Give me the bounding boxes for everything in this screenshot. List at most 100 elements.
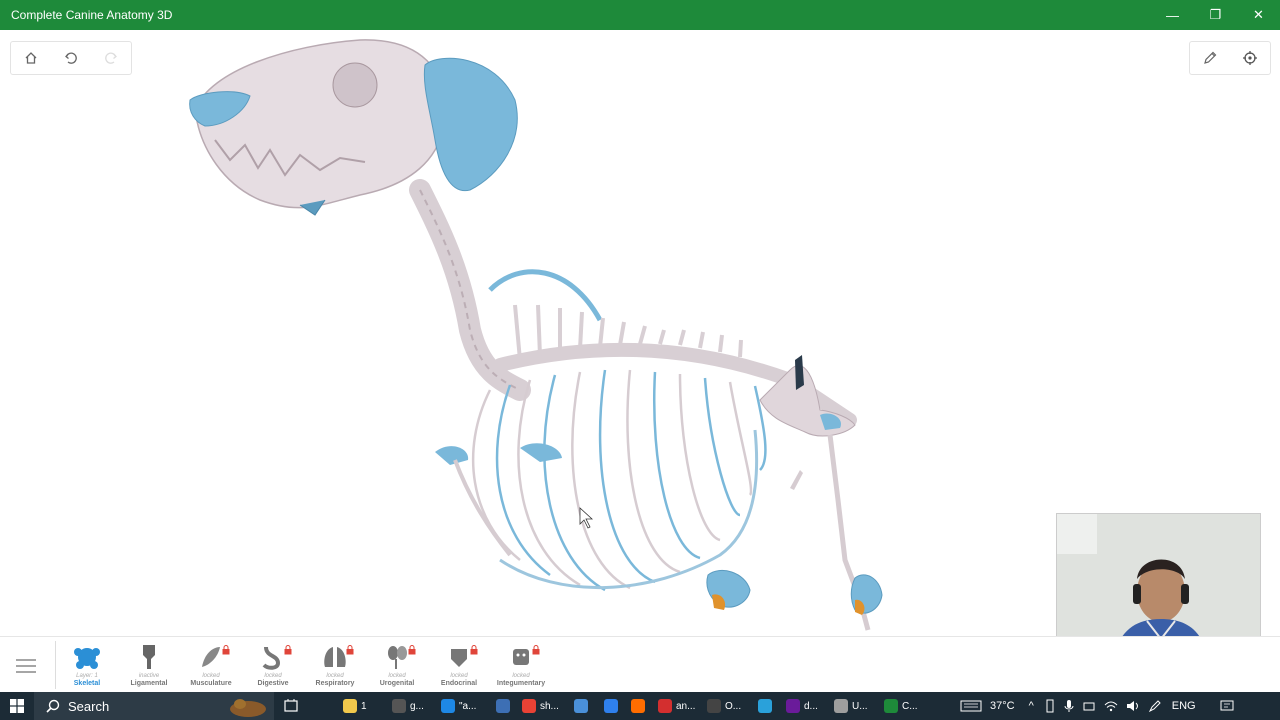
layer-skeletal[interactable]: Layer: 1 Skeletal (56, 641, 118, 691)
taskbar-app-7[interactable] (604, 692, 622, 720)
taskbar-app-14[interactable]: C... (884, 692, 918, 720)
usb-icon[interactable] (1044, 699, 1056, 713)
layer-musculature[interactable]: locked Musculature (180, 641, 242, 691)
weather-temperature[interactable]: 37°C (990, 700, 1015, 712)
network-icon[interactable] (1082, 699, 1096, 713)
stomach-icon (242, 641, 304, 671)
layer-state: inactive (138, 673, 160, 679)
app-icon (786, 699, 800, 713)
ribcage (471, 369, 767, 592)
app-icon (631, 699, 645, 713)
layer-endocrinal[interactable]: locked Endocrinal (428, 641, 490, 691)
close-button[interactable]: ✕ (1237, 0, 1280, 30)
taskbar-app-13[interactable]: U... (834, 692, 868, 720)
start-button[interactable] (0, 692, 34, 720)
minimize-button[interactable]: — (1151, 0, 1194, 30)
layer-integumentary[interactable]: locked Integumentary (490, 641, 552, 691)
app-icon (343, 699, 357, 713)
layer-state: locked (450, 673, 468, 679)
taskbar-app-5[interactable]: sh... (522, 692, 559, 720)
restore-button[interactable]: ❐ (1194, 0, 1237, 30)
muscle-icon (180, 641, 242, 671)
app-icon (884, 699, 898, 713)
target-button[interactable] (1230, 42, 1270, 74)
app-label: sh... (540, 700, 559, 712)
layer-state: locked (264, 673, 282, 679)
taskbar-app-6[interactable] (574, 692, 592, 720)
notification-icon[interactable] (1220, 699, 1234, 713)
layer-state: locked (202, 673, 220, 679)
app-icon (604, 699, 618, 713)
lungs-icon (304, 641, 366, 671)
menu-icon[interactable] (14, 657, 38, 675)
taskbar-app-10[interactable]: O... (707, 692, 741, 720)
undo-icon (65, 52, 77, 64)
lock-icon (532, 645, 540, 655)
pen-button[interactable] (1190, 42, 1230, 74)
language-indicator[interactable]: ENG (1172, 700, 1196, 712)
navigation-toolbar (10, 41, 132, 75)
app-label: d... (804, 700, 818, 712)
layer-name: Integumentary (496, 680, 546, 687)
app-label: "a... (459, 700, 477, 712)
search-icon (46, 699, 60, 713)
task-view-button[interactable] (283, 692, 299, 720)
task-view-icon (284, 699, 298, 712)
undo-button[interactable] (51, 42, 91, 74)
app-icon (758, 699, 772, 713)
taskbar-app-8[interactable] (631, 692, 649, 720)
taskbar-app-3[interactable]: "a... (441, 692, 476, 720)
app-label: O... (725, 700, 742, 712)
layer-bar: Layer: 1 Skeletal inactive Ligamental locked… (0, 636, 1280, 693)
taskbar-app-4[interactable] (496, 692, 514, 720)
app-icon (441, 699, 455, 713)
layer-respiratory[interactable]: locked Respiratory (304, 641, 366, 691)
pen-workspace-icon[interactable] (1148, 699, 1162, 713)
layer-state: Layer: 1 (76, 673, 98, 679)
app-icon (574, 699, 588, 713)
lock-icon (284, 645, 292, 655)
app-icon (658, 699, 672, 713)
layer-name: Musculature (190, 680, 232, 687)
redo-button[interactable] (91, 42, 131, 74)
app-icon (707, 699, 721, 713)
layer-digestive[interactable]: locked Digestive (242, 641, 304, 691)
taskbar-app-9[interactable]: an... (658, 692, 695, 720)
chevron-up-icon[interactable]: ^ (1029, 700, 1034, 712)
layer-ligamental[interactable]: inactive Ligamental (118, 641, 180, 691)
layer-name: Endocrinal (440, 680, 478, 687)
wifi-icon[interactable] (1104, 699, 1118, 713)
dog-skeleton-model[interactable] (180, 30, 900, 640)
taskbar-app-2[interactable]: g... (392, 692, 424, 720)
window-title: Complete Canine Anatomy 3D (11, 8, 173, 22)
skeleton-icon (56, 641, 118, 671)
layer-name: Ligamental (130, 680, 168, 687)
home-button[interactable] (11, 42, 51, 74)
app-icon (834, 699, 848, 713)
volume-icon[interactable] (1126, 699, 1140, 713)
layer-name: Respiratory (315, 680, 355, 687)
taskbar-search[interactable]: Search (34, 692, 274, 720)
crosshair-icon (1243, 51, 1257, 65)
kidneys-icon (366, 641, 428, 671)
layer-name: Digestive (257, 680, 289, 687)
taskbar-app-1[interactable]: 1 (343, 692, 367, 720)
layer-urogenital[interactable]: locked Urogenital (366, 641, 428, 691)
layer-state: locked (388, 673, 406, 679)
pen-icon (1204, 51, 1217, 64)
app-icon (496, 699, 510, 713)
lock-icon (222, 645, 230, 655)
app-label: U... (852, 700, 868, 712)
mouse-cursor (579, 507, 594, 529)
layer-name: Skeletal (73, 680, 101, 687)
app-icon (392, 699, 406, 713)
taskbar-app-12[interactable]: d... (786, 692, 818, 720)
edit-toolbar (1189, 41, 1271, 75)
search-label: Search (68, 698, 110, 714)
keyboard-icon[interactable] (960, 699, 982, 713)
microphone-icon[interactable] (1064, 699, 1074, 713)
skin-icon (490, 641, 552, 671)
redo-icon (105, 52, 117, 64)
taskbar-app-11[interactable] (758, 692, 776, 720)
app-label: 1 (361, 700, 367, 712)
